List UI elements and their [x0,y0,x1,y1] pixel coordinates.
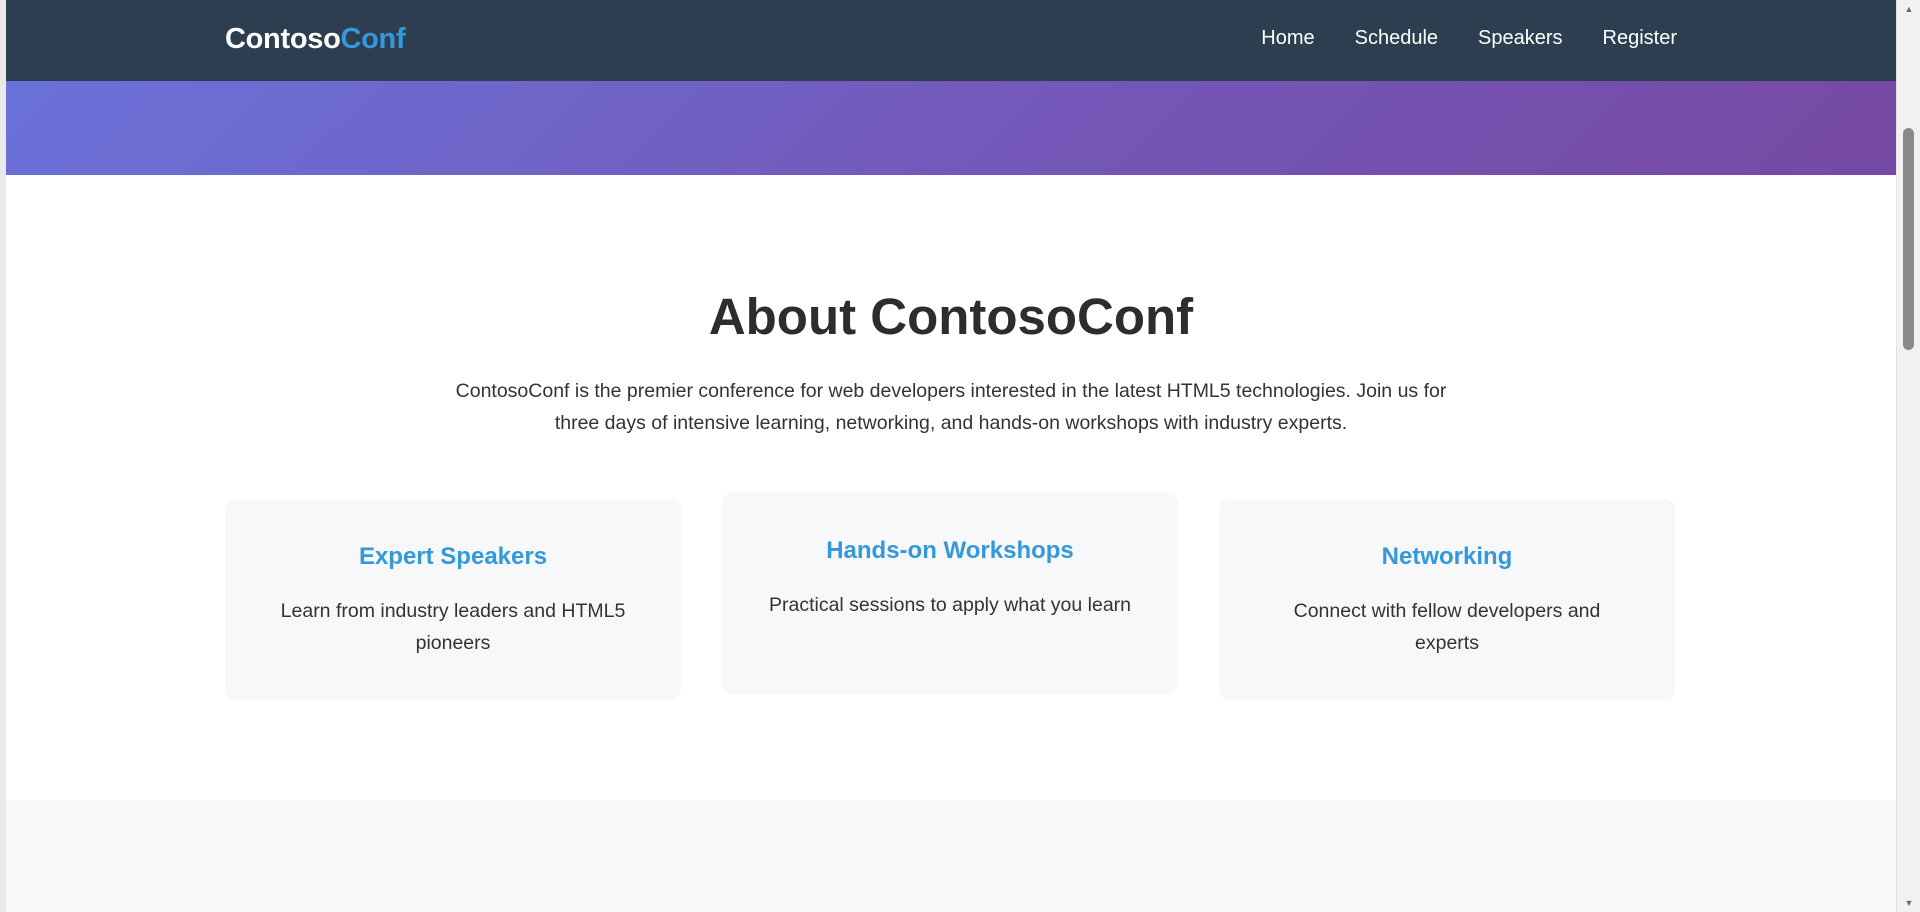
feature-card-expert-speakers: Expert Speakers Learn from industry lead… [225,499,681,700]
nav-link-speakers[interactable]: Speakers [1478,24,1563,52]
nav-link-register[interactable]: Register [1603,24,1677,52]
about-title: About ContosoConf [708,288,1194,345]
scroll-up-arrow-icon[interactable]: ▲ [1897,0,1920,18]
logo-primary-text: Contoso [225,23,341,55]
about-section: About ContosoConf ContosoConf is the pre… [6,175,1896,800]
feature-card-title: Expert Speakers [358,543,548,570]
next-section [6,800,1896,912]
main-nav: Home Schedule Speakers Register [1261,24,1677,52]
feature-card-text: Learn from industry leaders and HTML5 pi… [280,600,626,654]
site-logo[interactable]: ContosoConf [225,20,406,58]
nav-link-home[interactable]: Home [1261,24,1314,52]
hero-banner [6,81,1896,175]
vertical-scrollbar[interactable]: ▲ ▼ [1896,0,1920,912]
about-description: ContosoConf is the premier conference fo… [455,380,1447,434]
feature-card-networking: Networking Connect with fellow developer… [1219,499,1675,700]
feature-card-text: Practical sessions to apply what you lea… [768,594,1132,616]
site-header: ContosoConf Home Schedule Speakers Regis… [6,0,1896,81]
feature-card-text: Connect with fellow developers and exper… [1293,600,1601,654]
page-content: ContosoConf Home Schedule Speakers Regis… [6,0,1896,912]
feature-card-workshops: Hands-on Workshops Practical sessions to… [722,493,1178,694]
scrollbar-thumb[interactable] [1903,128,1914,350]
browser-viewport: ContosoConf Home Schedule Speakers Regis… [0,0,1920,912]
logo-accent-text: Conf [340,23,406,55]
feature-card-title: Hands-on Workshops [826,537,1074,564]
feature-card-title: Networking [1381,543,1513,570]
scroll-down-arrow-icon[interactable]: ▼ [1897,894,1920,912]
window-left-edge [0,0,6,912]
nav-link-schedule[interactable]: Schedule [1355,24,1438,52]
